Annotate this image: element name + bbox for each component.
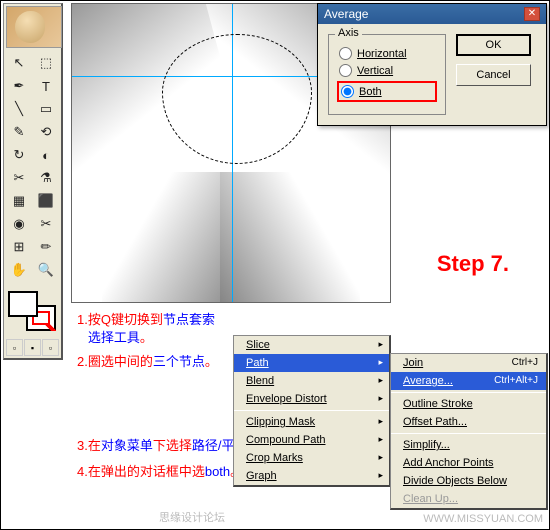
rectangle-tool[interactable]: ▭ — [33, 98, 59, 120]
pen-tool[interactable]: ✒ — [6, 75, 32, 97]
hand-tool[interactable]: ✋ — [6, 259, 32, 281]
average-dialog: Average ✕ Axis Horizontal Vertical Both … — [317, 3, 547, 126]
close-icon[interactable]: ✕ — [524, 7, 540, 21]
ok-button[interactable]: OK — [456, 34, 531, 56]
mode-1[interactable]: ▫ — [6, 339, 23, 356]
gradient-tool[interactable]: ✂ — [33, 213, 59, 235]
step-label: Step 7. — [437, 251, 509, 277]
reflect-tool[interactable]: ◐ — [33, 144, 59, 166]
group-label: Axis — [335, 27, 362, 39]
submenu-average[interactable]: Average...Ctrl+Alt+J — [391, 372, 546, 390]
submenu-add-anchor-points[interactable]: Add Anchor Points — [391, 454, 546, 472]
paintbrush-tool[interactable]: ✎ — [6, 121, 32, 143]
radio-input[interactable] — [341, 85, 354, 98]
submenu-divide-below[interactable]: Divide Objects Below — [391, 472, 546, 490]
path-submenu: JoinCtrl+J Average...Ctrl+Alt+J Outline … — [390, 353, 548, 510]
toolbox: ↖ ⬚ ✒ T ╲ ▭ ✎ ⟲ ↻ ◐ ✂ ⚗ ▦ ⬛ ◉ ✂ ⊞ ✏ ✋ 🔍 … — [3, 3, 63, 360]
instruction-2: 2.圈选中间的三个节点。 — [77, 353, 218, 371]
submenu-simplify[interactable]: Simplify... — [391, 436, 546, 454]
eyedropper-tool[interactable]: ⊞ — [6, 236, 32, 258]
watermark: WWW.MISSYUAN.COM — [423, 513, 543, 525]
watermark: 思缘设计论坛 — [159, 509, 225, 525]
menu-crop-marks[interactable]: Crop Marks — [234, 449, 389, 467]
screen-mode-tools: ▫ ▪ ▫ — [6, 339, 59, 356]
radio-input[interactable] — [339, 64, 352, 77]
tool-grid: ↖ ⬚ ✒ T ╲ ▭ ✎ ⟲ ↻ ◐ ✂ ⚗ ▦ ⬛ ◉ ✂ ⊞ ✏ ✋ 🔍 — [6, 52, 59, 281]
line-tool[interactable]: ╲ — [6, 98, 32, 120]
mode-2[interactable]: ▪ — [24, 339, 41, 356]
submenu-join[interactable]: JoinCtrl+J — [391, 354, 546, 372]
radio-label: Horizontal — [357, 48, 407, 60]
context-menu: Slice Path Blend Envelope Distort Clippi… — [233, 335, 391, 487]
menu-slice[interactable]: Slice — [234, 336, 389, 354]
fill-swatch[interactable] — [8, 291, 38, 317]
shortcut-label: Ctrl+J — [512, 357, 538, 368]
submenu-offset-path[interactable]: Offset Path... — [391, 413, 546, 431]
rotate-tool[interactable]: ↻ — [6, 144, 32, 166]
menu-envelope-distort[interactable]: Envelope Distort — [234, 390, 389, 408]
axis-group: Axis Horizontal Vertical Both — [328, 34, 446, 115]
zoom-tool[interactable]: 🔍 — [33, 259, 59, 281]
radio-label: Both — [359, 86, 382, 98]
graph-tool[interactable]: ⬛ — [33, 190, 59, 212]
radio-label: Vertical — [357, 65, 393, 77]
menu-separator — [391, 433, 546, 434]
radio-horizontal[interactable]: Horizontal — [339, 47, 435, 60]
radio-both[interactable]: Both — [337, 81, 437, 102]
mesh-tool[interactable]: ◉ — [6, 213, 32, 235]
cancel-button[interactable]: Cancel — [456, 64, 531, 86]
radio-input[interactable] — [339, 47, 352, 60]
menu-clipping-mask[interactable]: Clipping Mask — [234, 413, 389, 431]
menu-blend[interactable]: Blend — [234, 372, 389, 390]
instruction-4: 4.在弹出的对话框中选both。 — [77, 463, 243, 481]
submenu-clean-up[interactable]: Clean Up... — [391, 490, 546, 508]
menu-separator — [234, 410, 389, 411]
menu-graph[interactable]: Graph — [234, 467, 389, 485]
free-transform-tool[interactable]: ⚗ — [33, 167, 59, 189]
selection-tool[interactable]: ↖ — [6, 52, 32, 74]
artwork-shape — [220, 172, 360, 303]
pencil-tool[interactable]: ⟲ — [33, 121, 59, 143]
symbol-tool[interactable]: ▦ — [6, 190, 32, 212]
direct-select-tool[interactable]: ⬚ — [33, 52, 59, 74]
type-tool[interactable]: T — [33, 75, 59, 97]
menu-compound-path[interactable]: Compound Path — [234, 431, 389, 449]
radio-vertical[interactable]: Vertical — [339, 64, 435, 77]
dialog-titlebar[interactable]: Average ✕ — [318, 4, 546, 24]
warp-tool[interactable]: ✂ — [6, 167, 32, 189]
menu-separator — [391, 392, 546, 393]
app-logo — [6, 6, 62, 48]
mode-3[interactable]: ▫ — [42, 339, 59, 356]
instruction-1: 1.按Q键切换到节点套索 选择工具。 — [77, 311, 215, 347]
shortcut-label: Ctrl+Alt+J — [494, 375, 538, 386]
submenu-outline-stroke[interactable]: Outline Stroke — [391, 395, 546, 413]
menu-path[interactable]: Path — [234, 354, 389, 372]
dialog-title: Average — [324, 7, 368, 21]
color-swatch[interactable] — [6, 287, 59, 335]
blend-tool[interactable]: ✏ — [33, 236, 59, 258]
